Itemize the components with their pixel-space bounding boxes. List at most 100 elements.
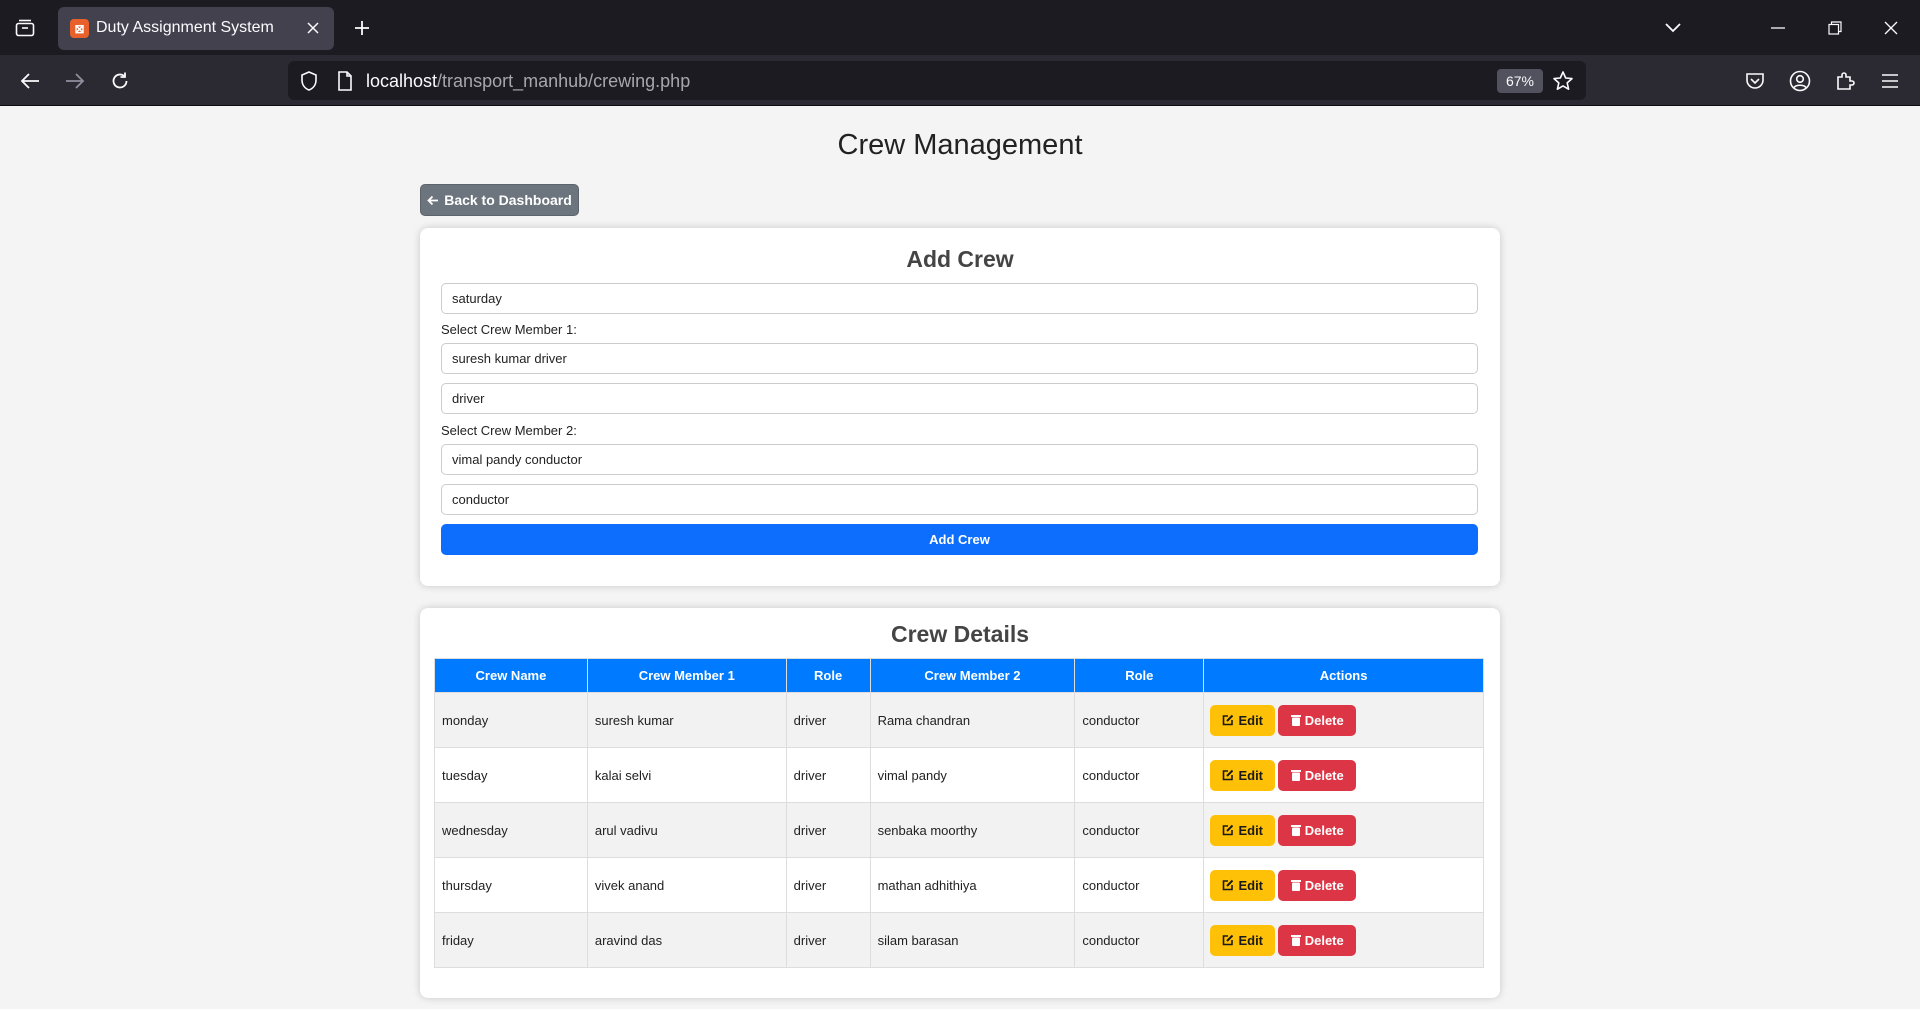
list-all-tabs-chevron-icon[interactable]: [1658, 13, 1688, 43]
back-button-label: Back to Dashboard: [444, 192, 572, 208]
delete-label: Delete: [1304, 877, 1344, 893]
cell-role-1: driver: [785, 857, 871, 913]
trash-icon: [1290, 825, 1301, 836]
edit-label: Edit: [1238, 712, 1264, 728]
crew-member-2-select[interactable]: vimal pandy conductor: [441, 444, 1478, 475]
cell-role-2: conductor: [1074, 692, 1205, 748]
table-row: thursday vivek anand driver mathan adhit…: [434, 857, 1484, 913]
tab-title: Duty Assignment System: [96, 19, 274, 36]
cell-member-2: Rama chandran: [869, 692, 1076, 748]
add-crew-button[interactable]: Add Crew: [441, 524, 1478, 555]
crew-details-table: Crew Name Crew Member 1 Role Crew Member…: [434, 658, 1484, 968]
column-header-crew-member-2: Crew Member 2: [869, 658, 1076, 693]
cell-role-1: driver: [785, 747, 871, 803]
extensions-icon[interactable]: [1829, 65, 1861, 97]
column-header-actions: Actions: [1203, 658, 1484, 693]
add-crew-card: Add Crew saturday Select Crew Member 1: …: [420, 228, 1500, 586]
column-header-role-2: Role: [1074, 658, 1205, 693]
browser-tab-bar: ⊠ Duty Assignment System: [0, 0, 1920, 55]
reload-icon[interactable]: [104, 65, 136, 97]
cell-member-2: silam barasan: [869, 912, 1076, 968]
delete-label: Delete: [1304, 712, 1344, 728]
browser-nav-bar: localhost/transport_manhub/crewing.php 6…: [0, 55, 1920, 106]
back-to-dashboard-button[interactable]: Back to Dashboard: [420, 184, 579, 216]
trash-icon: [1290, 880, 1301, 891]
edit-button[interactable]: Edit: [1210, 759, 1276, 791]
url-path: /transport_manhub/crewing.php: [437, 71, 691, 91]
url-text[interactable]: localhost/transport_manhub/crewing.php: [366, 71, 690, 92]
cell-role-2: conductor: [1074, 802, 1205, 858]
edit-icon: [1223, 714, 1234, 726]
delete-button[interactable]: Delete: [1278, 704, 1357, 736]
close-tab-icon[interactable]: [302, 17, 324, 39]
edit-button[interactable]: Edit: [1210, 869, 1276, 901]
account-icon[interactable]: [1784, 65, 1816, 97]
close-window-icon[interactable]: [1876, 13, 1906, 43]
edit-icon: [1223, 824, 1234, 836]
trash-icon: [1290, 715, 1301, 726]
page-title: Crew Management: [837, 129, 1083, 161]
edit-icon: [1223, 934, 1234, 946]
column-header-role-1: Role: [785, 658, 871, 693]
delete-label: Delete: [1304, 767, 1344, 783]
edit-icon: [1223, 879, 1234, 891]
delete-button[interactable]: Delete: [1278, 759, 1357, 791]
crew-member-1-label: Select Crew Member 1:: [441, 322, 577, 337]
cell-role-1: driver: [785, 692, 871, 748]
crew-member-1-role-input[interactable]: driver: [441, 383, 1478, 414]
menu-hamburger-icon[interactable]: [1874, 65, 1906, 97]
page-info-icon[interactable]: [334, 70, 356, 92]
crew-details-heading: Crew Details: [890, 621, 1030, 647]
table-row: wednesday arul vadivu driver senbaka moo…: [434, 802, 1484, 858]
cell-member-1: kalai selvi: [586, 747, 787, 803]
cell-actions: Edit Delete: [1203, 802, 1484, 858]
tracking-shield-icon[interactable]: [298, 70, 320, 92]
restore-icon[interactable]: [1820, 13, 1850, 43]
crew-member-1-select[interactable]: suresh kumar driver: [441, 343, 1478, 374]
forward-arrow-icon[interactable]: [59, 65, 91, 97]
column-header-crew-name: Crew Name: [434, 658, 588, 693]
trash-icon: [1290, 935, 1301, 946]
bookmark-star-icon[interactable]: [1551, 69, 1575, 93]
edit-label: Edit: [1238, 932, 1264, 948]
pocket-icon[interactable]: [1739, 65, 1771, 97]
cell-actions: Edit Delete: [1203, 747, 1484, 803]
table-row: friday aravind das driver silam barasan …: [434, 912, 1484, 968]
crew-member-2-role-input[interactable]: conductor: [441, 484, 1478, 515]
cell-role-2: conductor: [1074, 857, 1205, 913]
new-tab-icon[interactable]: [348, 14, 376, 42]
delete-button[interactable]: Delete: [1278, 924, 1357, 956]
trash-icon: [1290, 770, 1301, 781]
edit-label: Edit: [1238, 822, 1264, 838]
column-header-crew-member-1: Crew Member 1: [586, 658, 787, 693]
delete-label: Delete: [1304, 932, 1344, 948]
cell-member-2: mathan adhithiya: [869, 857, 1076, 913]
edit-button[interactable]: Edit: [1210, 814, 1276, 846]
cell-actions: Edit Delete: [1203, 912, 1484, 968]
delete-button[interactable]: Delete: [1278, 869, 1357, 901]
cell-role-1: driver: [785, 912, 871, 968]
xampp-favicon-icon: ⊠: [70, 19, 89, 38]
cell-member-1: aravind das: [586, 912, 787, 968]
tab-list-icon[interactable]: [10, 14, 40, 42]
cell-crew-name: tuesday: [434, 747, 588, 803]
address-bar[interactable]: localhost/transport_manhub/crewing.php 6…: [288, 61, 1586, 100]
edit-button[interactable]: Edit: [1210, 924, 1276, 956]
cell-member-1: vivek anand: [586, 857, 787, 913]
cell-crew-name: friday: [434, 912, 588, 968]
zoom-level-badge[interactable]: 67%: [1497, 69, 1543, 93]
table-header-row: Crew Name Crew Member 1 Role Crew Member…: [434, 658, 1484, 693]
minimize-icon[interactable]: [1763, 13, 1793, 43]
cell-member-1: arul vadivu: [586, 802, 787, 858]
edit-button[interactable]: Edit: [1210, 704, 1276, 736]
crew-member-2-label: Select Crew Member 2:: [441, 423, 577, 438]
active-tab[interactable]: ⊠ Duty Assignment System: [58, 7, 334, 50]
crew-name-input[interactable]: saturday: [441, 283, 1478, 314]
table-row: tuesday kalai selvi driver vimal pandy c…: [434, 747, 1484, 803]
delete-button[interactable]: Delete: [1278, 814, 1357, 846]
arrow-left-icon: [427, 195, 439, 205]
cell-crew-name: monday: [434, 692, 588, 748]
cell-role-2: conductor: [1074, 747, 1205, 803]
back-arrow-icon[interactable]: [14, 65, 46, 97]
cell-member-2: vimal pandy: [869, 747, 1076, 803]
